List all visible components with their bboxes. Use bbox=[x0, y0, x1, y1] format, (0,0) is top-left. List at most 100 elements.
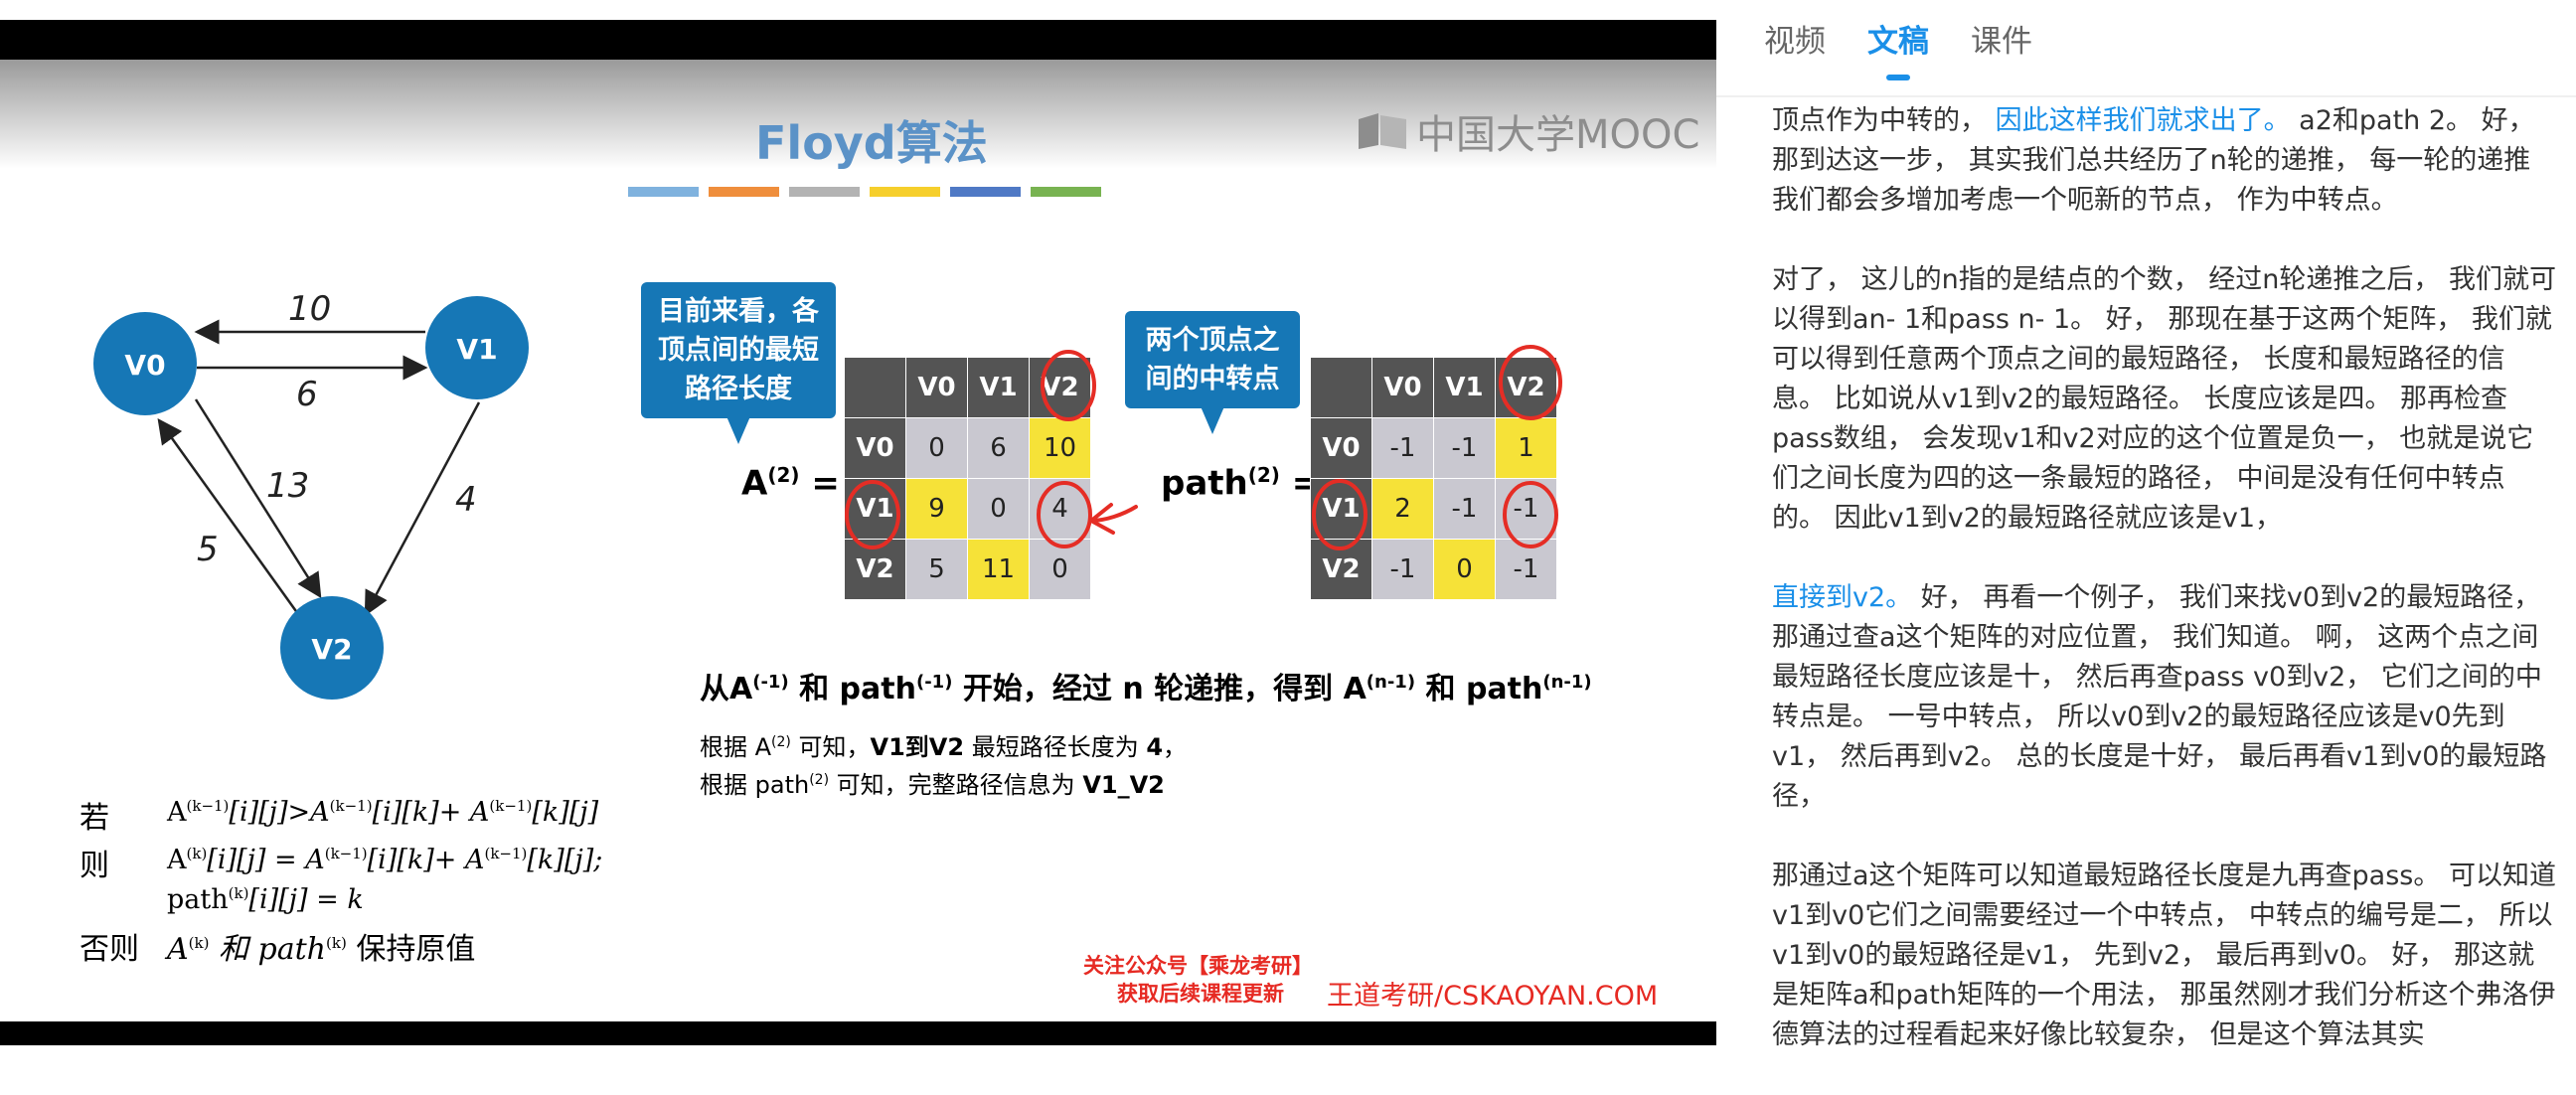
note-sup: (2) bbox=[809, 772, 830, 788]
matrix-row-header: V1 bbox=[844, 478, 906, 540]
matrix-col-header: V0 bbox=[1371, 357, 1434, 418]
matrix-cell: -1 bbox=[1495, 539, 1557, 600]
matrix-a-equals: = bbox=[811, 463, 840, 504]
summary-sup: (-1) bbox=[752, 672, 789, 693]
weighted-graph: 10 6 13 5 4 V0 V1 V2 bbox=[93, 289, 529, 700]
formula-text: path bbox=[167, 884, 229, 915]
video-player[interactable]: Floyd算法 中国大学MOOC 10 6 13 5 4 V0 V1 V2 目前… bbox=[0, 0, 1716, 1045]
color-bar bbox=[950, 187, 1021, 197]
node-label-v2: V2 bbox=[311, 633, 352, 666]
matrix-corner bbox=[1310, 357, 1372, 418]
matrix-row-header: V0 bbox=[1310, 417, 1372, 479]
color-bar bbox=[1031, 187, 1101, 197]
transcript-paragraph: 直接到v2。 好， 再看一个例子， 我们来找v0到v2的最短路径， 那通过查a这… bbox=[1772, 578, 2557, 817]
matrix-col-header: V0 bbox=[905, 357, 968, 418]
sidebar-tabs: 视频 文稿 课件 bbox=[1764, 16, 2032, 80]
note-bold: V1到V2 bbox=[870, 733, 965, 761]
matrix-cell: -1 bbox=[1433, 417, 1496, 479]
color-bar-strip bbox=[628, 187, 1101, 197]
note-text: ， bbox=[1163, 733, 1188, 761]
matrix-col-header: V1 bbox=[967, 357, 1030, 418]
formula-text: [i][k]+ A bbox=[367, 845, 485, 875]
note-text: 可知，完整路径信息为 bbox=[829, 771, 1083, 799]
formula-text: 保持原值 bbox=[346, 932, 476, 967]
summary-text: 和 path bbox=[788, 672, 916, 706]
note-sup: (2) bbox=[771, 734, 791, 750]
mooc-logo: 中国大学MOOC bbox=[1357, 102, 1699, 160]
matrix-path-label-sup: (2) bbox=[1247, 463, 1280, 487]
transcript-paragraph: 顶点作为中转的， 因此这样我们就求出了。 a2和path 2。 好， 那到达这一… bbox=[1772, 101, 2557, 221]
matrix-cell: 6 bbox=[967, 417, 1030, 479]
formula-text: [i][j] = A bbox=[207, 845, 325, 875]
transcript-sentence[interactable]: 对了， 这儿的n指的是结点的个数， 经过n轮递推之后， 我们就可以得到an- 1… bbox=[1772, 264, 2556, 534]
matrix-cell: -1 bbox=[1371, 539, 1434, 600]
note-text: 根据 path bbox=[700, 771, 810, 799]
matrix-cell: 5 bbox=[905, 539, 968, 600]
matrix-cell: -1 bbox=[1371, 417, 1434, 479]
transcript-panel[interactable]: 顶点作为中转的， 因此这样我们就求出了。 a2和path 2。 好， 那到达这一… bbox=[1772, 101, 2557, 1095]
tab-transcript[interactable]: 文稿 bbox=[1867, 16, 1929, 80]
node-label-v0: V0 bbox=[124, 349, 165, 382]
formula-sup: (k) bbox=[326, 934, 347, 952]
matrix-a-label-text: A bbox=[741, 463, 768, 504]
transcript-paragraph: 那通过a这个矩阵可以知道最短路径长度是九再查pass。 可以知道v1到v0它们之… bbox=[1772, 857, 2557, 1055]
note-text: 根据 A bbox=[700, 733, 772, 761]
matrix-cell: 4 bbox=[1029, 478, 1091, 540]
matrix-path: V0 V1 V2 V0 -1 -1 1 V1 2 -1 -1 V2 -1 0 -… bbox=[1310, 357, 1557, 600]
note-bold: V1_V2 bbox=[1082, 771, 1165, 799]
transcript-sentence[interactable]: 那通过a这个矩阵可以知道最短路径长度是九再查pass。 可以知道v1到v0它们之… bbox=[1772, 860, 2556, 1050]
matrix-row-header: V0 bbox=[844, 417, 906, 479]
formula-text: A bbox=[167, 797, 187, 828]
formula-text: [i][k]+ A bbox=[372, 797, 490, 828]
formula-sup: (k−1) bbox=[186, 797, 230, 815]
matrix-cell: 9 bbox=[905, 478, 968, 540]
formula-sup: (k) bbox=[186, 845, 208, 862]
transcript-sentence[interactable]: 顶点作为中转的， bbox=[1772, 105, 1996, 136]
summary-sup: (-1) bbox=[915, 672, 953, 693]
transcript-current-sentence[interactable]: 直接到v2。 bbox=[1772, 582, 1912, 613]
formula-text: [k][j]; bbox=[527, 845, 603, 875]
tab-courseware[interactable]: 课件 bbox=[1971, 16, 2032, 61]
matrix-cell: 0 bbox=[905, 417, 968, 479]
matrix-cell: 0 bbox=[967, 478, 1030, 540]
matrix-row-header: V2 bbox=[844, 539, 906, 600]
matrix-corner bbox=[844, 357, 906, 418]
mooc-logo-icon bbox=[1359, 113, 1406, 149]
matrix-col-header: V2 bbox=[1029, 357, 1091, 418]
matrix-a: V0 V1 V2 V0 0 6 10 V1 9 0 4 V2 5 11 0 bbox=[844, 357, 1091, 600]
edge-label-v1-v2: 4 bbox=[455, 480, 477, 520]
matrix-cell: 1 bbox=[1495, 417, 1557, 479]
rule-then-key: 则 bbox=[80, 849, 109, 883]
matrix-col-header: V1 bbox=[1433, 357, 1496, 418]
matrix-row-header: V1 bbox=[1310, 478, 1372, 540]
arrow-mark bbox=[1089, 503, 1138, 535]
callout-intermediate-vertex: 两个顶点之间的中转点 bbox=[1125, 311, 1300, 434]
matrix-cell: 0 bbox=[1029, 539, 1091, 600]
matrix-cell: -1 bbox=[1433, 478, 1496, 540]
tab-video[interactable]: 视频 bbox=[1764, 16, 1826, 61]
rule-else-keep: A(k) 和 path(k) 保持原值 bbox=[167, 924, 475, 968]
rule-else-key: 否则 bbox=[80, 932, 139, 967]
transcript-current-sentence[interactable]: 因此这样我们就求出了。 bbox=[1996, 105, 2291, 136]
course-sidebar: 视频 文稿 课件 顶点作为中转的， 因此这样我们就求出了。 a2和path 2。… bbox=[1716, 0, 2576, 1050]
edge-label-v2-v0: 5 bbox=[197, 530, 219, 569]
summary-sup: (n-1) bbox=[1542, 672, 1592, 693]
edge-label-v0-v2: 13 bbox=[266, 466, 309, 506]
formula-sup: (k) bbox=[188, 934, 210, 952]
watermark-updates: 获取后续课程更新 bbox=[1117, 982, 1284, 1006]
letterbox-top bbox=[0, 20, 1716, 60]
color-bar bbox=[870, 187, 940, 197]
watermark-site: 王道考研/CSKAOYAN.COM bbox=[1327, 981, 1659, 1012]
matrix-cell: 0 bbox=[1433, 539, 1496, 600]
note-bold: 4 bbox=[1146, 733, 1164, 761]
matrix-a-label-sup: (2) bbox=[767, 463, 800, 487]
color-bar bbox=[789, 187, 860, 197]
formula-sup: (k−1) bbox=[484, 845, 528, 862]
formula-text: [k][j] bbox=[532, 797, 599, 828]
rule-then-update-path: path(k)[i][j] = k bbox=[167, 884, 364, 915]
transcript-sentence[interactable]: 好， 再看一个例子， 我们来找v0到v2的最短路径， 那通过查a这个矩阵的对应位… bbox=[1772, 582, 2546, 812]
rule-then-update-a: A(k)[i][j] = A(k−1)[i][k]+ A(k−1)[k][j]; bbox=[167, 845, 602, 875]
matrix-row-header: V2 bbox=[1310, 539, 1372, 600]
formula-sup: (k−1) bbox=[489, 797, 533, 815]
color-bar bbox=[709, 187, 779, 197]
